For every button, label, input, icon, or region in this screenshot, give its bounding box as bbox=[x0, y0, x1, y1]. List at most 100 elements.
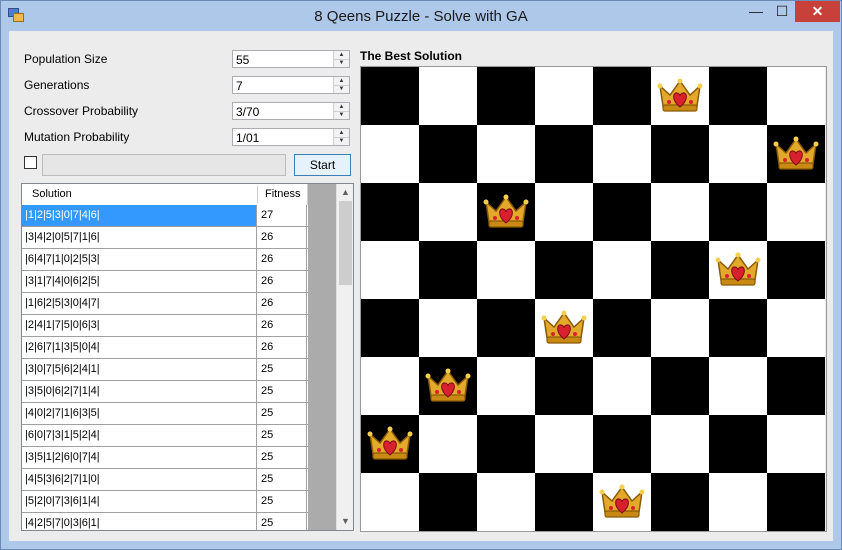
solution-cell[interactable]: |3|5|1|2|6|0|7|4| bbox=[22, 447, 257, 468]
board-square bbox=[709, 183, 767, 241]
board-square bbox=[477, 473, 535, 531]
board-square bbox=[419, 299, 477, 357]
board-square bbox=[709, 415, 767, 473]
board-square bbox=[361, 241, 419, 299]
table-row[interactable]: |3|0|7|5|6|2|4|1| 25 bbox=[22, 359, 308, 381]
table-row[interactable]: |2|4|1|7|5|0|6|3| 26 bbox=[22, 315, 308, 337]
fitness-cell[interactable]: 25 bbox=[257, 359, 307, 380]
fitness-column-header[interactable]: Fitness bbox=[265, 188, 300, 200]
board-square bbox=[477, 67, 535, 125]
table-row[interactable]: |3|4|2|0|5|7|1|6| 26 bbox=[22, 227, 308, 249]
solution-cell[interactable]: |3|0|7|5|6|2|4|1| bbox=[22, 359, 257, 380]
generations-spinner[interactable]: ▲ ▼ bbox=[333, 77, 349, 93]
board-square bbox=[535, 357, 593, 415]
fitness-cell[interactable]: 25 bbox=[257, 447, 307, 468]
table-row[interactable]: |1|2|5|3|0|7|4|6| 27 bbox=[22, 205, 308, 227]
spin-down-icon[interactable]: ▼ bbox=[334, 85, 349, 93]
population-size-input[interactable]: 55 ▲ ▼ bbox=[232, 50, 350, 68]
board-square bbox=[767, 299, 825, 357]
fitness-cell[interactable]: 27 bbox=[257, 205, 307, 226]
table-row[interactable]: |3|1|7|4|0|6|2|5| 26 bbox=[22, 271, 308, 293]
solution-cell[interactable]: |3|4|2|0|5|7|1|6| bbox=[22, 227, 257, 248]
crossover-probability-spinner[interactable]: ▲ ▼ bbox=[333, 103, 349, 119]
solution-cell[interactable]: |3|5|0|6|2|7|1|4| bbox=[22, 381, 257, 402]
solution-cell[interactable]: |6|0|7|3|1|5|2|4| bbox=[22, 425, 257, 446]
solution-cell[interactable]: |5|2|0|7|3|6|1|4| bbox=[22, 491, 257, 512]
solution-column-header[interactable]: Solution bbox=[32, 188, 72, 200]
queen-icon bbox=[773, 134, 819, 174]
board-square bbox=[593, 183, 651, 241]
spin-down-icon[interactable]: ▼ bbox=[334, 59, 349, 67]
board-square bbox=[593, 67, 651, 125]
solution-cell[interactable]: |4|2|5|7|0|3|6|1| bbox=[22, 513, 257, 530]
solution-cell[interactable]: |2|4|1|7|5|0|6|3| bbox=[22, 315, 257, 336]
table-row[interactable]: |6|0|7|3|1|5|2|4| 25 bbox=[22, 425, 308, 447]
mutation-probability-input[interactable]: 1/01 ▲ ▼ bbox=[232, 128, 350, 146]
board-square bbox=[767, 67, 825, 125]
crossover-probability-value: 3/70 bbox=[236, 105, 260, 119]
board-square bbox=[361, 473, 419, 531]
window-title: 8 Qeens Puzzle - Solve with GA bbox=[314, 8, 528, 25]
solution-cell[interactable]: |1|2|5|3|0|7|4|6| bbox=[22, 205, 257, 226]
option-checkbox[interactable] bbox=[24, 156, 37, 169]
fitness-cell[interactable]: 25 bbox=[257, 513, 307, 530]
solution-cell[interactable]: |3|1|7|4|0|6|2|5| bbox=[22, 271, 257, 292]
fitness-cell[interactable]: 25 bbox=[257, 381, 307, 402]
table-row[interactable]: |3|5|0|6|2|7|1|4| 25 bbox=[22, 381, 308, 403]
table-row[interactable]: |5|2|0|7|3|6|1|4| 25 bbox=[22, 491, 308, 513]
fitness-cell[interactable]: 25 bbox=[257, 403, 307, 424]
fitness-cell[interactable]: 26 bbox=[257, 293, 307, 314]
maximize-button[interactable]: ☐ bbox=[769, 1, 795, 22]
solution-cell[interactable]: |4|5|3|6|2|7|1|0| bbox=[22, 469, 257, 490]
table-scrollbar[interactable]: ▲ ▼ bbox=[336, 184, 353, 530]
generations-input[interactable]: 7 ▲ ▼ bbox=[232, 76, 350, 94]
queen-icon bbox=[541, 308, 587, 348]
board-square bbox=[477, 299, 535, 357]
board-square bbox=[419, 241, 477, 299]
title-bar[interactable]: 8 Qeens Puzzle - Solve with GA — ☐ ✕ bbox=[1, 1, 841, 31]
spin-down-icon[interactable]: ▼ bbox=[334, 137, 349, 145]
solution-cell[interactable]: |2|6|7|1|3|5|0|4| bbox=[22, 337, 257, 358]
population-size-spinner[interactable]: ▲ ▼ bbox=[333, 51, 349, 67]
table-row[interactable]: |1|6|2|5|3|0|4|7| 26 bbox=[22, 293, 308, 315]
table-row[interactable]: |4|2|5|7|0|3|6|1| 25 bbox=[22, 513, 308, 530]
board-square bbox=[361, 125, 419, 183]
board-square bbox=[709, 67, 767, 125]
fitness-cell[interactable]: 26 bbox=[257, 227, 307, 248]
chess-board bbox=[360, 66, 827, 532]
fitness-cell[interactable]: 26 bbox=[257, 315, 307, 336]
solution-cell[interactable]: |6|4|7|1|0|2|5|3| bbox=[22, 249, 257, 270]
board-square bbox=[651, 125, 709, 183]
table-row[interactable]: |6|4|7|1|0|2|5|3| 26 bbox=[22, 249, 308, 271]
start-button[interactable]: Start bbox=[294, 154, 351, 176]
mutation-probability-spinner[interactable]: ▲ ▼ bbox=[333, 129, 349, 145]
solution-cell[interactable]: |1|6|2|5|3|0|4|7| bbox=[22, 293, 257, 314]
fitness-cell[interactable]: 25 bbox=[257, 425, 307, 446]
solution-cell[interactable]: |4|0|2|7|1|6|3|5| bbox=[22, 403, 257, 424]
fitness-cell[interactable]: 25 bbox=[257, 491, 307, 512]
scroll-down-icon[interactable]: ▼ bbox=[337, 513, 353, 530]
minimize-button[interactable]: — bbox=[743, 1, 769, 22]
table-row[interactable]: |4|5|3|6|2|7|1|0| 25 bbox=[22, 469, 308, 491]
board-square bbox=[709, 473, 767, 531]
board-square bbox=[419, 67, 477, 125]
queen-icon bbox=[367, 424, 413, 464]
board-square bbox=[419, 125, 477, 183]
fitness-cell[interactable]: 26 bbox=[257, 249, 307, 270]
spin-down-icon[interactable]: ▼ bbox=[334, 111, 349, 119]
table-row[interactable]: |4|0|2|7|1|6|3|5| 25 bbox=[22, 403, 308, 425]
table-row[interactable]: |3|5|1|2|6|0|7|4| 25 bbox=[22, 447, 308, 469]
fitness-cell[interactable]: 26 bbox=[257, 271, 307, 292]
board-square bbox=[593, 357, 651, 415]
board-square bbox=[651, 357, 709, 415]
crossover-probability-input[interactable]: 3/70 ▲ ▼ bbox=[232, 102, 350, 120]
board-square bbox=[767, 415, 825, 473]
fitness-cell[interactable]: 25 bbox=[257, 469, 307, 490]
scroll-thumb[interactable] bbox=[339, 201, 352, 285]
solutions-table[interactable]: Solution Fitness |1|2|5|3|0|7|4|6| 27 |3|4… bbox=[21, 183, 354, 531]
fitness-cell[interactable]: 26 bbox=[257, 337, 307, 358]
scroll-up-icon[interactable]: ▲ bbox=[337, 184, 353, 201]
close-button[interactable]: ✕ bbox=[795, 1, 840, 22]
table-row[interactable]: |2|6|7|1|3|5|0|4| 26 bbox=[22, 337, 308, 359]
board-square bbox=[361, 183, 419, 241]
